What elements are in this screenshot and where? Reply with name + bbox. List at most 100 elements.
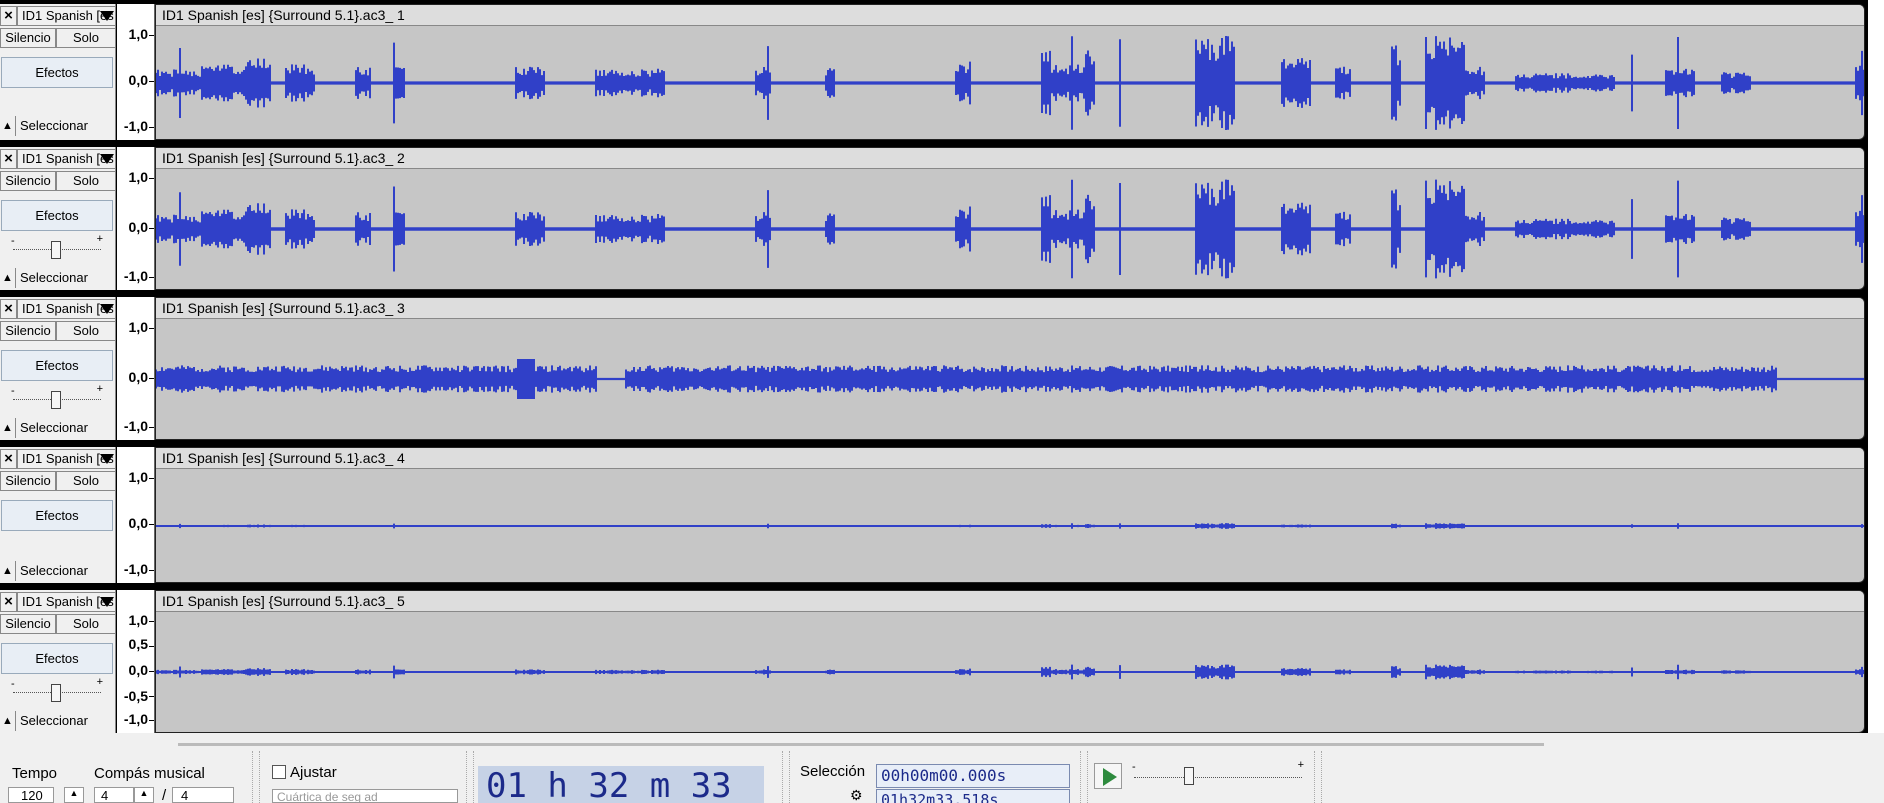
mute-button[interactable]: Silencio [0,321,56,341]
waveform-area[interactable]: ID1 Spanish [es] {Surround 5.1}.ac3_ 3 [155,297,1865,440]
meter-denominator[interactable]: 4 [172,787,234,803]
close-track-icon[interactable]: × [0,592,17,612]
scale-label: 1,0 [128,26,148,42]
collapse-icon[interactable]: ▲ [0,711,15,731]
select-button[interactable]: Seleccionar [15,268,116,288]
meter-label: Compás musical [94,765,205,782]
clip-title[interactable]: ID1 Spanish [es] {Surround 5.1}.ac3_ 3 [156,298,1864,319]
select-button[interactable]: Seleccionar [15,418,116,438]
effects-button[interactable]: Efectos [1,350,113,381]
scale-label: -1,0 [123,561,148,577]
effects-button[interactable]: Efectos [1,57,113,88]
close-track-icon[interactable]: × [0,299,17,319]
toolbar-grip[interactable] [782,751,790,803]
gain-slider[interactable]: - + [10,383,104,415]
dropdown-arrow-icon [100,11,114,21]
solo-button[interactable]: Solo [56,28,116,48]
dropdown-arrow-icon [100,597,114,607]
solo-button[interactable]: Solo [56,471,116,491]
track-control-panel: × ID1 Spanish [es Silencio Solo Efectos … [0,297,116,440]
slider-thumb[interactable] [51,241,61,259]
clip-title[interactable]: ID1 Spanish [es] {Surround 5.1}.ac3_ 2 [156,148,1864,169]
selection-start-input[interactable]: 00h00m00.000s [876,764,1070,788]
scale-label: 0,0 [128,219,148,235]
slider-thumb[interactable] [1184,767,1194,785]
toolbar-grip[interactable] [1080,751,1088,803]
meter-separator: / [162,787,167,803]
close-track-icon[interactable]: × [0,149,17,169]
waveform-area[interactable]: ID1 Spanish [es] {Surround 5.1}.ac3_ 2 [155,147,1865,290]
effects-button[interactable]: Efectos [1,643,113,674]
dropdown-arrow-icon [100,304,114,314]
scale-label: -1,0 [123,118,148,134]
meter-numerator[interactable]: 4 [94,787,134,803]
waveform [156,179,1864,279]
toolbar-grip[interactable] [466,751,474,803]
track-name-menu[interactable]: ID1 Spanish [es [17,592,116,612]
clip-title[interactable]: ID1 Spanish [es] {Surround 5.1}.ac3_ 4 [156,448,1864,469]
close-track-icon[interactable]: × [0,449,17,469]
waveform [156,523,1864,529]
close-track-icon[interactable]: × [0,6,17,26]
solo-button[interactable]: Solo [56,614,116,634]
solo-button[interactable]: Solo [56,171,116,191]
track-name-menu[interactable]: ID1 Spanish [es [17,149,116,169]
audio-track-1: × ID1 Spanish [es Silencio Solo Efectos … [0,4,1884,140]
selection-end-input[interactable]: 01h32m33.518s [876,789,1070,803]
effects-button[interactable]: Efectos [1,500,113,531]
audacity-window: × ID1 Spanish [es Silencio Solo Efectos … [0,0,1884,803]
play-at-speed-button[interactable] [1094,763,1122,789]
track-name-menu[interactable]: ID1 Spanish [es [17,299,116,319]
time-display[interactable]: 01 h 32 m 33 s [478,766,764,803]
select-button[interactable]: Seleccionar [15,711,116,731]
waveform-area[interactable]: ID1 Spanish [es] {Surround 5.1}.ac3_ 4 [155,447,1865,583]
effects-button[interactable]: Efectos [1,200,113,231]
clip-title[interactable]: ID1 Spanish [es] {Surround 5.1}.ac3_ 5 [156,591,1864,612]
vertical-scrollbar[interactable] [1868,0,1884,733]
snap-label: Ajustar [290,764,337,781]
playback-speed-slider[interactable]: - + [1130,759,1306,787]
waveform-area[interactable]: ID1 Spanish [es] {Surround 5.1}.ac3_ 1 [155,4,1865,140]
track-name-menu[interactable]: ID1 Spanish [es [17,449,116,469]
collapse-icon[interactable]: ▲ [0,561,15,581]
tempo-stepper[interactable]: ▲ [64,787,84,803]
collapse-icon[interactable]: ▲ [0,116,15,136]
meter-stepper[interactable]: ▲ [134,787,154,803]
select-button[interactable]: Seleccionar [15,116,116,136]
scale-label: 0,0 [128,515,148,531]
vertical-scale: 1,0 0,0 -1,0 [117,4,155,140]
collapse-icon[interactable]: ▲ [0,268,15,288]
audio-track-4: × ID1 Spanish [es Silencio Solo Efectos … [0,447,1884,583]
gear-icon[interactable]: ⚙ [850,787,863,803]
snap-select[interactable]: Cuártica de seg ad [272,789,458,803]
gain-slider[interactable]: - + [10,676,104,708]
gain-slider[interactable]: - + [10,233,104,265]
slider-thumb[interactable] [51,391,61,409]
track-control-panel: × ID1 Spanish [es Silencio Solo Efectos … [0,4,116,140]
mute-button[interactable]: Silencio [0,28,56,48]
mute-button[interactable]: Silencio [0,471,56,491]
solo-button[interactable]: Solo [56,321,116,341]
select-button[interactable]: Seleccionar [15,561,116,581]
slider-thumb[interactable] [51,684,61,702]
tempo-input[interactable]: 120 [8,787,54,803]
vertical-scale: 1,0 0,0 -1,0 [117,297,155,440]
horizontal-scrollbar[interactable] [0,733,1884,751]
snap-checkbox[interactable] [272,765,286,779]
mute-button[interactable]: Silencio [0,171,56,191]
collapse-icon[interactable]: ▲ [0,418,15,438]
track-name-menu[interactable]: ID1 Spanish [es [17,6,116,26]
scale-label: 1,0 [128,319,148,335]
toolbar-grip[interactable] [252,751,260,803]
track-control-panel: × ID1 Spanish [es Silencio Solo Efectos … [0,447,116,583]
waveform-area[interactable]: ID1 Spanish [es] {Surround 5.1}.ac3_ 5 [155,590,1865,733]
track-control-panel: × ID1 Spanish [es Silencio Solo Efectos … [0,147,116,290]
mute-button[interactable]: Silencio [0,614,56,634]
scrollbar-thumb[interactable] [178,743,1544,746]
scale-label: 1,0 [128,469,148,485]
toolbar-grip[interactable] [1314,751,1322,803]
dropdown-arrow-icon [100,154,114,164]
clip-title[interactable]: ID1 Spanish [es] {Surround 5.1}.ac3_ 1 [156,5,1864,26]
track-header: × ID1 Spanish [es [0,299,116,319]
vertical-scale: 1,0 0,5 0,0 -0,5 -1,0 [117,590,155,733]
